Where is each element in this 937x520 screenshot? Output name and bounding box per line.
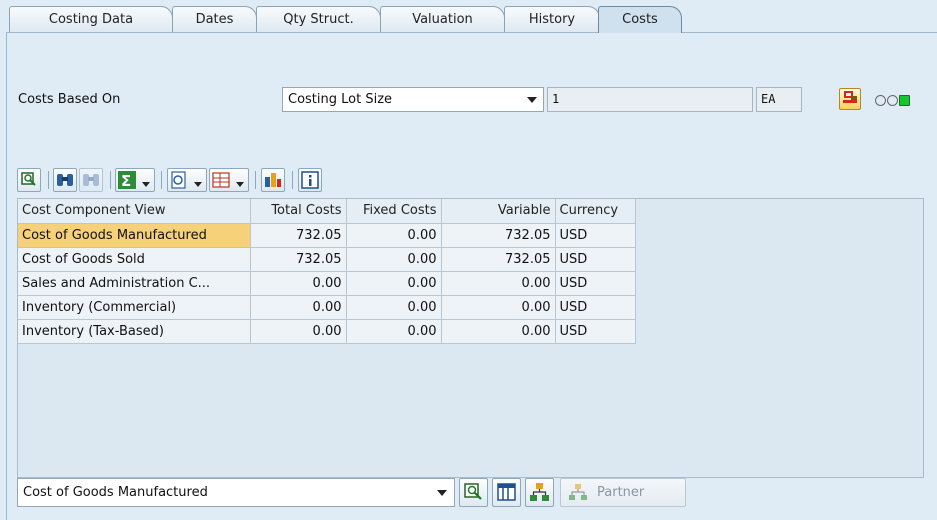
- chevron-down-icon: [236, 182, 244, 187]
- cost-component-grid: Cost Component View Total Costs Fixed Co…: [17, 198, 924, 478]
- status-lights: [875, 93, 911, 107]
- cell-fixed[interactable]: 0.00: [346, 247, 442, 272]
- cell-variable[interactable]: 732.05: [441, 247, 556, 272]
- cell-variable[interactable]: 0.00: [441, 295, 556, 320]
- cell-fixed[interactable]: 0.00: [346, 295, 442, 320]
- info-button[interactable]: [298, 168, 322, 192]
- cell-currency[interactable]: USD: [555, 295, 636, 320]
- toolbar-separator: [48, 171, 49, 189]
- binoculars-next-icon: [83, 174, 99, 186]
- column-header-variable[interactable]: Variable: [441, 199, 556, 224]
- table-row[interactable]: Inventory (Commercial) 0.00 0.00 0.00 US…: [18, 295, 636, 320]
- chevron-down-icon: [437, 490, 447, 496]
- chevron-down-icon: [194, 182, 202, 187]
- cost-estimate-icon: [843, 91, 857, 103]
- hierarchy-button[interactable]: [525, 478, 554, 507]
- table-row[interactable]: Inventory (Tax-Based) 0.00 0.00 0.00 USD: [18, 319, 636, 344]
- table-row[interactable]: Cost of Goods Sold 732.05 0.00 732.05 US…: [18, 247, 636, 272]
- find-button[interactable]: [53, 168, 77, 192]
- total-button[interactable]: Σ: [115, 168, 155, 192]
- bar-chart-icon: [265, 173, 281, 187]
- binoculars-icon: [57, 174, 73, 186]
- cell-view[interactable]: Cost of Goods Manufactured: [18, 223, 251, 248]
- toolbar-separator: [161, 171, 162, 189]
- tab-qty-struct[interactable]: Qty Struct.: [256, 6, 381, 33]
- cell-total[interactable]: 0.00: [250, 295, 347, 320]
- print-preview-icon: [171, 171, 186, 189]
- column-header-fixed-costs[interactable]: Fixed Costs: [346, 199, 442, 224]
- tab-valuation[interactable]: Valuation: [380, 6, 505, 33]
- chevron-down-icon: [142, 182, 150, 187]
- find-next-button[interactable]: [79, 168, 103, 192]
- cost-table: Cost Component View Total Costs Fixed Co…: [18, 199, 636, 344]
- cell-currency[interactable]: USD: [555, 223, 636, 248]
- toolbar-separator: [110, 171, 111, 189]
- costs-based-on-select[interactable]: Costing Lot Size: [282, 87, 544, 112]
- cell-currency[interactable]: USD: [555, 319, 636, 344]
- cell-total[interactable]: 732.05: [250, 223, 347, 248]
- graphic-button[interactable]: [261, 168, 285, 192]
- status-light-red-icon: [875, 95, 886, 106]
- cell-variable[interactable]: 732.05: [441, 223, 556, 248]
- tab-strip: Costing Data Dates Qty Struct. Valuation…: [0, 0, 937, 33]
- columns-icon: [497, 483, 516, 501]
- tab-costing-data[interactable]: Costing Data: [9, 6, 173, 33]
- chevron-down-icon: [527, 97, 537, 103]
- status-light-yellow-icon: [887, 95, 899, 106]
- cell-view[interactable]: Cost of Goods Sold: [18, 247, 251, 272]
- info-icon: [301, 171, 319, 189]
- hierarchy-icon: [530, 483, 549, 501]
- magnifier-icon: [21, 172, 36, 186]
- tab-dates[interactable]: Dates: [172, 6, 257, 33]
- cell-total[interactable]: 732.05: [250, 247, 347, 272]
- cell-view[interactable]: Sales and Administration C...: [18, 271, 251, 296]
- partner-hierarchy-icon: [569, 484, 587, 500]
- cost-display-button[interactable]: [839, 88, 861, 110]
- cell-currency[interactable]: USD: [555, 247, 636, 272]
- layout-button[interactable]: [209, 168, 249, 192]
- cell-variable[interactable]: 0.00: [441, 271, 556, 296]
- columns-button[interactable]: [492, 478, 521, 507]
- details-button[interactable]: [17, 168, 41, 192]
- cell-variable[interactable]: 0.00: [441, 319, 556, 344]
- svg-text:Σ: Σ: [121, 172, 131, 190]
- tab-history[interactable]: History: [504, 6, 600, 33]
- table-header-row: Cost Component View Total Costs Fixed Co…: [18, 199, 636, 224]
- tab-costs[interactable]: Costs: [598, 6, 682, 33]
- sigma-icon: Σ: [118, 171, 136, 190]
- table-row[interactable]: Cost of Goods Manufactured 732.05 0.00 7…: [18, 223, 636, 248]
- bottom-details-button[interactable]: [459, 478, 488, 507]
- print-view-button[interactable]: [167, 168, 207, 192]
- status-light-green-icon: [899, 95, 911, 106]
- table-layout-icon: [212, 172, 230, 188]
- cell-view[interactable]: Inventory (Tax-Based): [18, 319, 251, 344]
- column-header-total-costs[interactable]: Total Costs: [250, 199, 347, 224]
- unit-field[interactable]: EA: [756, 87, 802, 112]
- costs-based-on-value: Costing Lot Size: [288, 92, 393, 107]
- cell-total[interactable]: 0.00: [250, 271, 347, 296]
- cell-currency[interactable]: USD: [555, 271, 636, 296]
- cell-fixed[interactable]: 0.00: [346, 223, 442, 248]
- cost-component-view-select[interactable]: Cost of Goods Manufactured: [17, 478, 455, 507]
- cell-fixed[interactable]: 0.00: [346, 319, 442, 344]
- partner-label: Partner: [597, 485, 645, 500]
- magnifier-icon: [464, 483, 482, 500]
- toolbar-separator: [292, 171, 293, 189]
- cell-fixed[interactable]: 0.00: [346, 271, 442, 296]
- costs-based-on-label: Costs Based On: [18, 92, 121, 107]
- table-row[interactable]: Sales and Administration C... 0.00 0.00 …: [18, 271, 636, 296]
- lot-size-quantity-field[interactable]: 1: [547, 87, 753, 112]
- toolbar-separator: [255, 171, 256, 189]
- column-header-cost-component-view[interactable]: Cost Component View: [18, 199, 251, 224]
- cell-total[interactable]: 0.00: [250, 319, 347, 344]
- partner-button[interactable]: Partner: [560, 478, 686, 507]
- column-header-currency[interactable]: Currency: [555, 199, 636, 224]
- cell-view[interactable]: Inventory (Commercial): [18, 295, 251, 320]
- cost-component-view-value: Cost of Goods Manufactured: [23, 485, 208, 500]
